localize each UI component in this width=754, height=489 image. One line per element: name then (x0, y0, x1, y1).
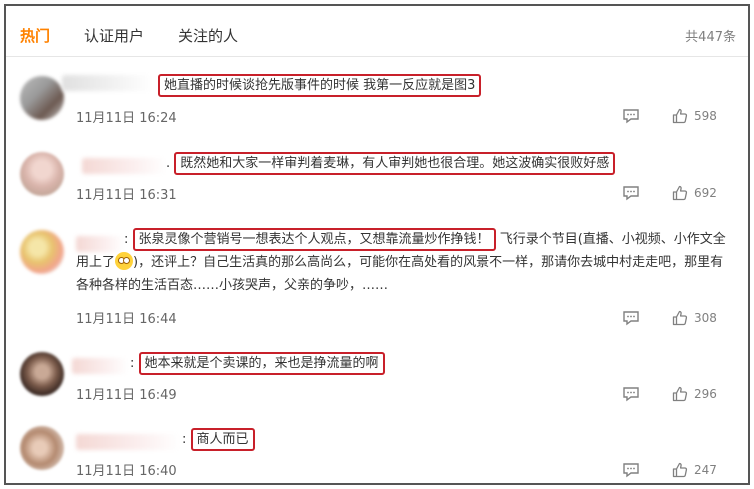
comment-time: 11月11日 16:49 (76, 388, 177, 403)
reply-button[interactable] (622, 108, 640, 124)
like-button[interactable]: 247 (672, 462, 724, 478)
highlighted-text: 张泉灵像个营销号一想表达个人观点，又想靠流量炒作挣钱！ (132, 228, 496, 251)
reply-button[interactable] (622, 310, 640, 326)
comment-bubble-icon (623, 109, 639, 124)
avatar[interactable] (20, 230, 64, 274)
comment-text: : 商人而已 (182, 428, 734, 451)
like-count: 247 (694, 463, 717, 477)
divider (6, 56, 748, 57)
name-separator: . (166, 156, 171, 171)
comment-item: : 商人而已 11月11日 16:40 247 (6, 420, 748, 484)
like-button[interactable]: 296 (672, 386, 724, 402)
avatar[interactable] (20, 152, 64, 196)
comment-bubble-icon (623, 463, 639, 478)
comment-time: 11月11日 16:31 (76, 188, 177, 203)
comment-bubble-icon (623, 186, 639, 201)
comment-item: : 张泉灵像个营销号一想表达个人观点，又想靠流量炒作挣钱！ 飞行录个节目(直播、… (6, 224, 748, 334)
comment-body-continued: )，还评上？自己生活真的那么高尚么，可能你在高处看的风景不一样，那请你去城中村走… (76, 255, 724, 293)
comment-time: 11月11日 16:24 (76, 111, 177, 126)
comment-count: 共447条 (685, 30, 736, 45)
highlighted-text: 既然她和大家一样审判着麦琳，有人审判她也很合理。她这波确实很败好感 (174, 152, 616, 175)
comment-item: . 既然她和大家一样审判着麦琳，有人审判她也很合理。她这波确实很败好感 11月1… (6, 146, 748, 214)
reply-button[interactable] (622, 462, 640, 478)
grimace-emoji-icon (115, 252, 134, 270)
like-count: 308 (694, 311, 717, 325)
comment-text: 她直播的时候谈抢先版事件的时候 我第一反应就是图3 (158, 74, 734, 97)
tab-hot[interactable]: 热门 (20, 25, 50, 46)
comment-panel: 热门 认证用户 关注的人 共447条 她直播的时候谈抢先版事件的时候 我第一反应… (4, 4, 750, 485)
comment-text: : 张泉灵像个营销号一想表达个人观点，又想靠流量炒作挣钱！ 飞行录个节目(直播、… (76, 228, 734, 297)
thumbs-up-icon (672, 462, 688, 478)
comment-time: 11月11日 16:44 (76, 312, 177, 327)
thumbs-up-icon (672, 386, 688, 402)
comment-time: 11月11日 16:40 (76, 464, 177, 479)
comment-text: : 她本来就是个卖课的，来也是挣流量的啊 (130, 352, 734, 375)
like-button[interactable]: 692 (672, 185, 724, 201)
like-button[interactable]: 598 (672, 108, 724, 124)
reply-button[interactable] (622, 185, 640, 201)
username-blurred[interactable] (82, 158, 166, 174)
comment-text: . 既然她和大家一样审判着麦琳，有人审判她也很合理。她这波确实很败好感 (166, 152, 734, 175)
thumbs-up-icon (672, 108, 688, 124)
highlighted-text: 她直播的时候谈抢先版事件的时候 我第一反应就是图3 (158, 74, 482, 97)
thumbs-up-icon (672, 185, 688, 201)
tab-verified-users[interactable]: 认证用户 (84, 25, 144, 46)
like-count: 598 (694, 109, 717, 123)
like-count: 296 (694, 387, 717, 401)
username-blurred[interactable] (72, 358, 128, 374)
username-blurred[interactable] (76, 434, 180, 450)
comment-item: : 她本来就是个卖课的，来也是挣流量的啊 11月11日 16:49 296 (6, 346, 748, 414)
comment-bubble-icon (623, 311, 639, 326)
avatar[interactable] (20, 352, 64, 396)
username-blurred[interactable] (62, 75, 152, 91)
like-count: 692 (694, 186, 717, 200)
name-separator: : (124, 232, 129, 247)
thumbs-up-icon (672, 310, 688, 326)
highlighted-text: 商人而已 (190, 428, 255, 451)
highlighted-text: 她本来就是个卖课的，来也是挣流量的啊 (138, 352, 385, 375)
reply-button[interactable] (622, 386, 640, 402)
name-separator: : (130, 356, 135, 371)
name-separator: : (182, 432, 187, 447)
avatar[interactable] (20, 76, 64, 120)
tab-following[interactable]: 关注的人 (178, 25, 238, 46)
avatar[interactable] (20, 426, 64, 470)
comment-bubble-icon (623, 387, 639, 402)
comment-tabs: 热门 认证用户 关注的人 (20, 20, 272, 50)
comment-item: 她直播的时候谈抢先版事件的时候 我第一反应就是图3 11月11日 16:24 5… (6, 68, 748, 136)
like-button[interactable]: 308 (672, 310, 724, 326)
